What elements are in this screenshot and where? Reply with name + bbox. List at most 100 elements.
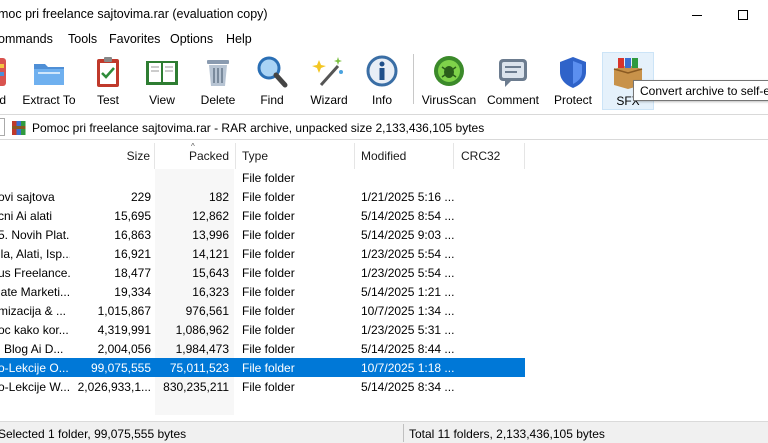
magnifier-icon xyxy=(254,54,290,90)
name-cell: mizacija & ... xyxy=(0,304,67,318)
modified-cell: 1/23/2025 5:54 ... xyxy=(361,247,455,261)
minimize-icon xyxy=(692,14,702,16)
wizard-button[interactable]: Wizard xyxy=(306,52,352,110)
window-title: moc pri freelance sajtovima.rar (evaluat… xyxy=(0,7,268,21)
column-packed[interactable]: Packed xyxy=(189,149,229,163)
type-cell: File folder xyxy=(242,380,295,394)
menu-tools[interactable]: Tools xyxy=(68,32,97,46)
name-cell: us Freelance... xyxy=(0,266,70,280)
status-bar: Selected 1 folder, 99,075,555 bytes Tota… xyxy=(0,421,768,443)
table-row[interactable]: cni Ai alati 15,695 12,862 File folder 5/14/… xyxy=(0,206,525,225)
table-row[interactable]: mizacija & ... 1,015,867 976,561 File folde… xyxy=(0,301,525,320)
type-cell: File folder xyxy=(242,190,295,204)
modified-cell: 1/23/2025 5:54 ... xyxy=(361,266,455,280)
name-cell: i Blog Ai D... xyxy=(0,342,64,356)
name-cell: o-Lekcije W... xyxy=(0,380,70,394)
modified-cell: 5/14/2025 8:44 ... xyxy=(361,342,455,356)
column-crc32[interactable]: CRC32 xyxy=(461,149,500,163)
size-cell: 19,334 xyxy=(114,285,151,299)
column-modified[interactable]: Modified xyxy=(361,149,406,163)
column-type[interactable]: Type xyxy=(242,149,268,163)
type-cell: File folder xyxy=(242,266,295,280)
column-divider[interactable] xyxy=(154,143,155,169)
packed-cell: 12,862 xyxy=(192,209,229,223)
extract-to-button[interactable]: Extract To xyxy=(20,52,78,110)
delete-button[interactable]: Delete xyxy=(196,52,240,110)
find-button[interactable]: Find xyxy=(252,52,292,110)
name-cell: ila, Alati, Isp... xyxy=(0,247,70,261)
status-total: Total 11 folders, 2,133,436,105 bytes xyxy=(409,427,605,441)
table-row[interactable]: o-Lekcije W... 2,026,933,1... 830,235,211 F… xyxy=(0,377,525,396)
column-divider[interactable] xyxy=(354,143,355,169)
type-cell: File folder xyxy=(242,361,295,375)
name-cell: o-Lekcije O... xyxy=(0,361,69,375)
modified-cell: 5/14/2025 8:34 ... xyxy=(361,380,455,394)
modified-cell: 5/14/2025 9:03 ... xyxy=(361,228,455,242)
file-list[interactable]: Size ^ Packed Type Modified CRC32 File f… xyxy=(0,143,768,415)
size-cell: 4,319,991 xyxy=(97,323,151,337)
size-cell: 16,863 xyxy=(114,228,151,242)
list-header: Size ^ Packed Type Modified CRC32 xyxy=(0,143,768,169)
table-row[interactable]: ila, Alati, Isp... 16,921 14,121 File folde… xyxy=(0,244,525,263)
column-divider[interactable] xyxy=(235,143,236,169)
info-button[interactable]: Info xyxy=(364,52,400,110)
modified-cell: 10/7/2025 1:34 ... xyxy=(361,304,455,318)
modified-cell: 5/14/2025 1:21 ... xyxy=(361,285,455,299)
column-size[interactable]: Size xyxy=(127,149,150,163)
modified-cell: 1/23/2025 5:31 ... xyxy=(361,323,455,337)
packed-cell: 1,984,473 xyxy=(175,342,229,356)
menu-options[interactable]: Options xyxy=(170,32,213,46)
up-button[interactable] xyxy=(0,118,5,136)
virus-scan-icon xyxy=(431,54,467,90)
packed-cell: 830,235,211 xyxy=(163,380,229,394)
menu-favorites[interactable]: Favorites xyxy=(109,32,160,46)
type-cell: File folder xyxy=(242,323,295,337)
packed-cell: 14,121 xyxy=(192,247,229,261)
type-cell: File folder xyxy=(242,285,295,299)
toolbar-separator xyxy=(413,54,414,104)
address-bar: Pomoc pri freelance sajtovima.rar - RAR … xyxy=(0,114,768,140)
add-button[interactable]: d xyxy=(0,52,6,110)
status-selection: Selected 1 folder, 99,075,555 bytes xyxy=(0,427,187,441)
size-cell: 2,004,056 xyxy=(97,342,151,356)
maximize-button[interactable] xyxy=(720,0,766,30)
minimize-button[interactable] xyxy=(674,0,720,30)
type-cell: File folder xyxy=(242,247,295,261)
packed-cell: 16,323 xyxy=(192,285,229,299)
archive-path: Pomoc pri freelance sajtovima.rar - RAR … xyxy=(32,121,485,135)
size-cell: 16,921 xyxy=(114,247,151,261)
view-book-icon xyxy=(144,54,180,90)
table-row[interactable]: iate Marketi... 19,334 16,323 File folder 5/… xyxy=(0,282,525,301)
table-row[interactable]: i Blog Ai D... 2,004,056 1,984,473 File fol… xyxy=(0,339,525,358)
status-separator xyxy=(403,424,404,442)
size-cell: 99,075,555 xyxy=(90,361,151,375)
table-row[interactable]: File folder xyxy=(0,168,525,187)
sfx-tooltip: Convert archive to self-e xyxy=(633,80,768,101)
test-button[interactable]: Test xyxy=(88,52,128,110)
packed-cell: 75,011,523 xyxy=(169,361,229,375)
name-cell: 5. Novih Plat... xyxy=(0,228,70,242)
virusscan-button[interactable]: VirusScan xyxy=(420,52,478,110)
table-row[interactable]: us Freelance... 18,477 15,643 File folder 1/… xyxy=(0,263,525,282)
view-button[interactable]: View xyxy=(140,52,184,110)
packed-cell: 13,996 xyxy=(192,228,229,242)
comment-button[interactable]: Comment xyxy=(484,52,542,110)
protect-button[interactable]: Protect xyxy=(550,52,596,110)
table-row[interactable]: 5. Novih Plat... 16,863 13,996 File folder 5… xyxy=(0,225,525,244)
table-row[interactable]: o-Lekcije O... 99,075,555 75,011,523 File f… xyxy=(0,358,525,377)
name-cell: ovi sajtova xyxy=(0,190,55,204)
column-divider[interactable] xyxy=(524,143,525,169)
table-row[interactable]: oc kako kor... 4,319,991 1,086,962 File fol… xyxy=(0,320,525,339)
size-cell: 15,695 xyxy=(114,209,151,223)
trash-icon xyxy=(200,54,236,90)
type-cell: File folder xyxy=(242,171,295,185)
maximize-icon xyxy=(738,10,748,20)
size-cell: 2,026,933,1... xyxy=(77,380,151,394)
menu-commands[interactable]: ommands xyxy=(0,32,53,46)
size-cell: 229 xyxy=(130,190,151,204)
column-divider[interactable] xyxy=(453,143,454,169)
add-icon xyxy=(0,54,6,90)
menu-help[interactable]: Help xyxy=(226,32,252,46)
table-row[interactable]: ovi sajtova 229 182 File folder 1/21/2025 5:… xyxy=(0,187,525,206)
packed-cell: 182 xyxy=(208,190,229,204)
